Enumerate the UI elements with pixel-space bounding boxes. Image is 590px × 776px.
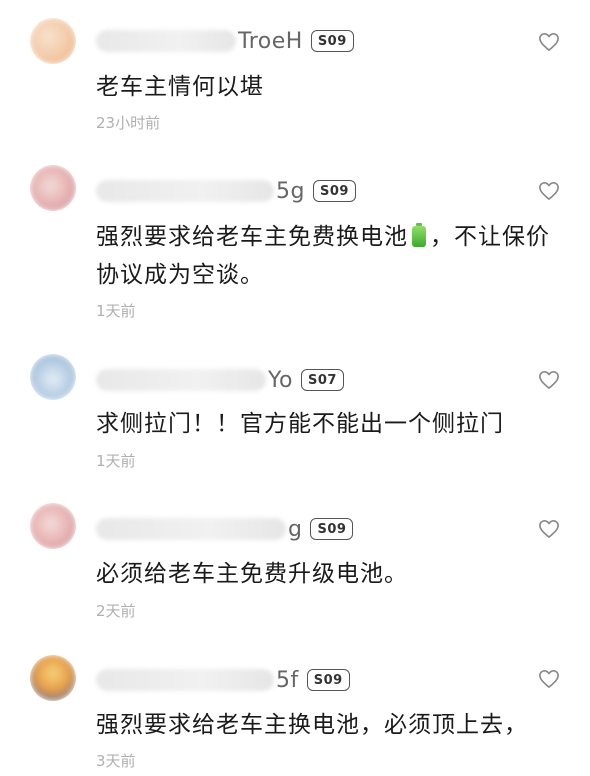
heart-icon[interactable] bbox=[538, 32, 560, 52]
comment-text-part: 强烈要求给老车主免费换电池 bbox=[96, 224, 408, 250]
username-suffix: TroeH bbox=[238, 28, 303, 54]
comment-text: 必须给老车主免费升级电池。 bbox=[96, 561, 408, 587]
username[interactable]: Yo S07 bbox=[96, 365, 344, 395]
username[interactable]: TroeH S09 bbox=[96, 26, 354, 56]
username-suffix: 5g bbox=[276, 178, 305, 204]
avatar[interactable] bbox=[30, 165, 76, 211]
username[interactable]: g S09 bbox=[96, 514, 354, 544]
comment-time: 1天前 bbox=[96, 452, 136, 470]
avatar[interactable] bbox=[30, 18, 76, 64]
comment-text: 强烈要求给老车主免费换电池 ，不让保价协议成为空谈。 bbox=[96, 218, 566, 294]
username-suffix: 5f bbox=[276, 667, 299, 693]
car-model-badge: S09 bbox=[306, 669, 350, 691]
heart-icon[interactable] bbox=[538, 669, 560, 689]
avatar[interactable] bbox=[30, 503, 76, 549]
comment-text: 求侧拉门！！官方能不能出一个侧拉门 bbox=[96, 411, 504, 437]
car-model-badge: S07 bbox=[300, 369, 344, 391]
avatar[interactable] bbox=[30, 354, 76, 400]
comment-time: 3天前 bbox=[96, 752, 136, 770]
comment-text: 老车主情何以堪 bbox=[96, 74, 264, 100]
username[interactable]: 5f S09 bbox=[96, 665, 350, 695]
heart-icon[interactable] bbox=[538, 181, 560, 201]
heart-icon[interactable] bbox=[538, 519, 560, 539]
comment-time: 1天前 bbox=[96, 302, 136, 320]
battery-emoji-icon bbox=[412, 223, 426, 247]
car-model-badge: S09 bbox=[312, 180, 356, 202]
car-model-badge: S09 bbox=[310, 30, 354, 52]
username[interactable]: 5g S09 bbox=[96, 176, 356, 206]
comment-time: 2天前 bbox=[96, 602, 136, 620]
car-model-badge: S09 bbox=[310, 518, 354, 540]
username-suffix: g bbox=[288, 516, 303, 542]
username-suffix: Yo bbox=[268, 367, 293, 393]
comment-time: 23小时前 bbox=[96, 114, 161, 132]
avatar[interactable] bbox=[30, 655, 76, 701]
comment-text: 强烈要求给老车主换电池，必须顶上去， bbox=[96, 712, 528, 738]
heart-icon[interactable] bbox=[538, 370, 560, 390]
